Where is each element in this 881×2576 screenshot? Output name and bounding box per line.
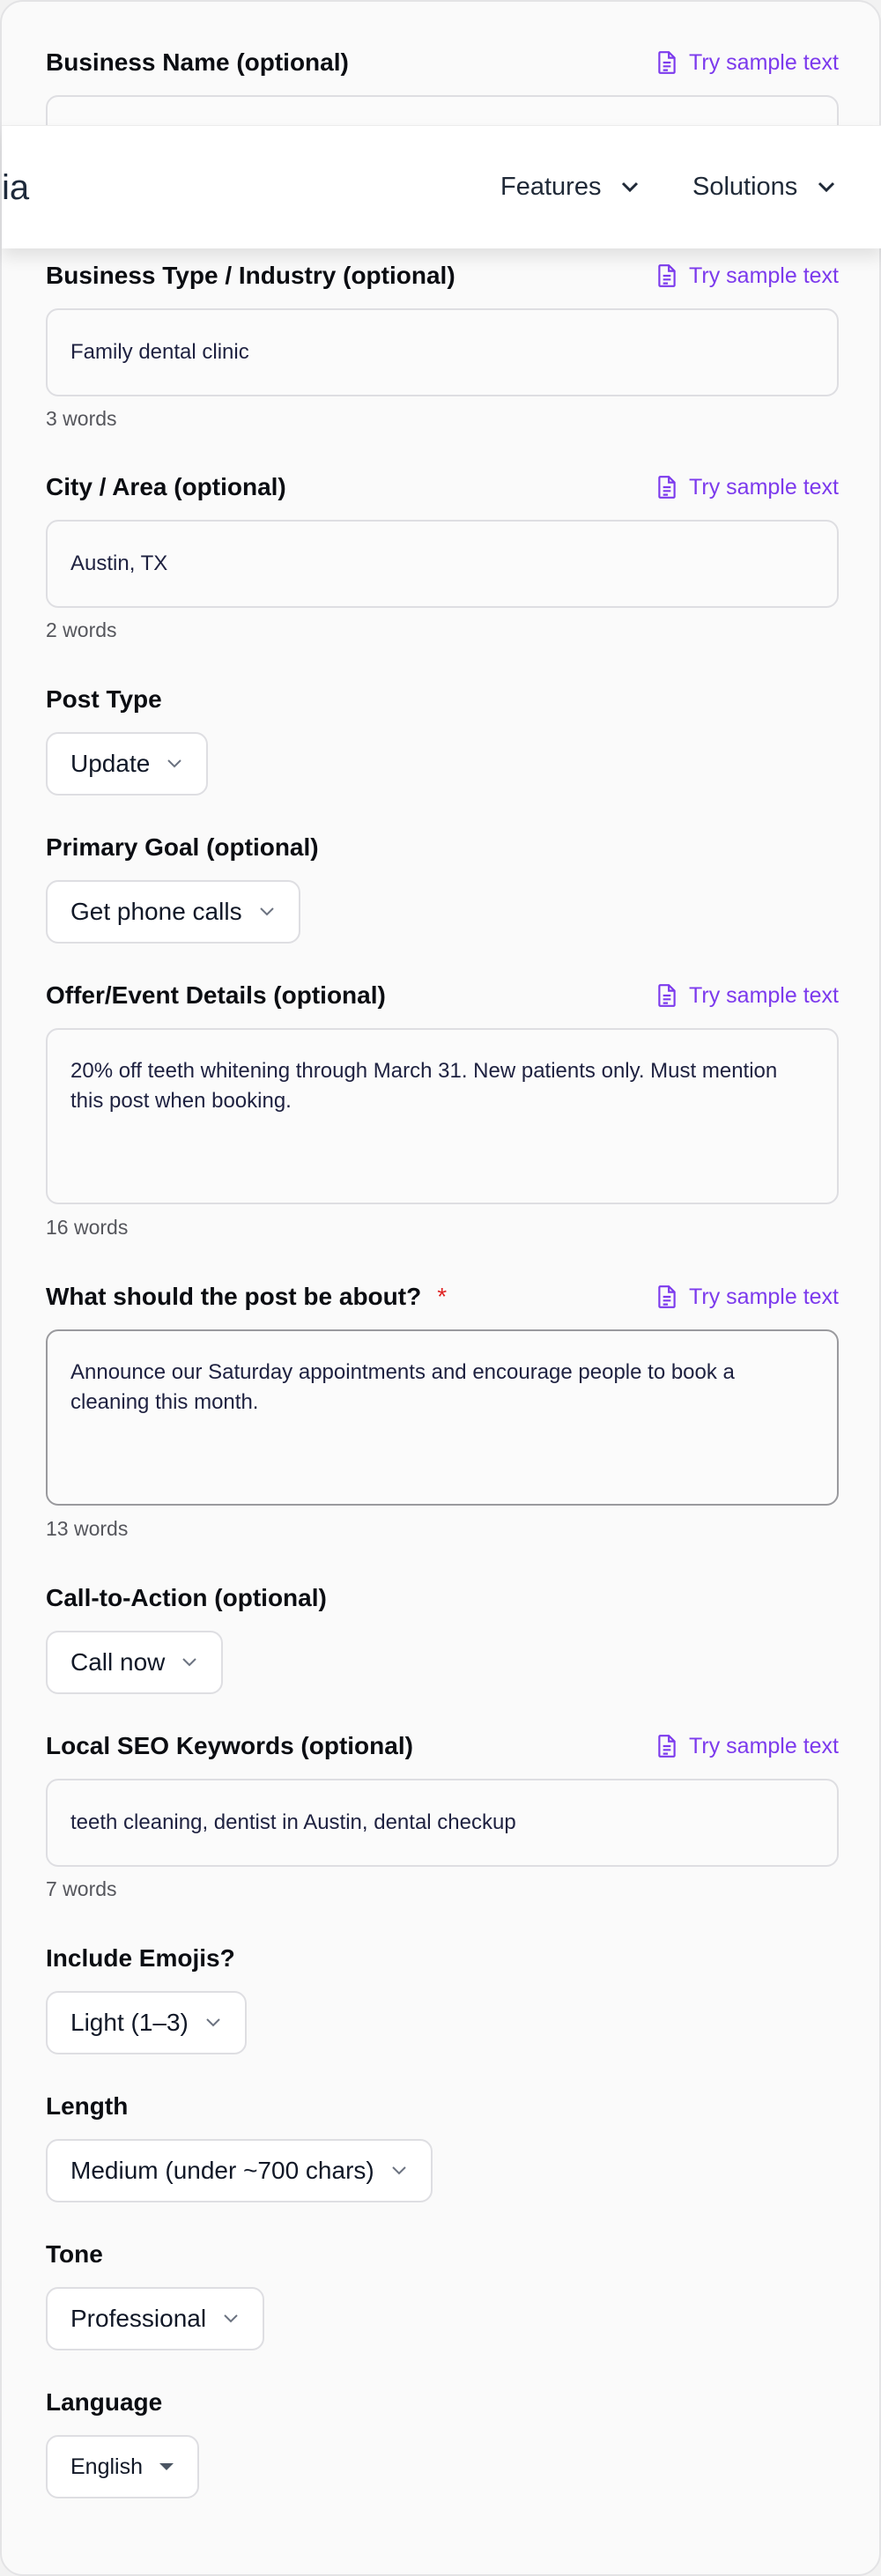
try-sample-label: Try sample text bbox=[689, 50, 839, 75]
document-icon bbox=[658, 264, 676, 287]
chevron-down-icon bbox=[182, 1658, 197, 1667]
nav-features[interactable]: Features bbox=[500, 170, 640, 204]
post-type-value: Update bbox=[70, 750, 151, 777]
emojis-value: Light (1–3) bbox=[70, 2009, 189, 2036]
try-sample-label: Try sample text bbox=[689, 475, 839, 500]
length-label: Length bbox=[46, 2092, 129, 2120]
cta-label: Call-to-Action (optional) bbox=[46, 1584, 327, 1611]
try-sample-business-type[interactable]: Try sample text bbox=[655, 263, 839, 289]
keywords-input[interactable]: teeth cleaning, dentist in Austin, denta… bbox=[46, 1779, 839, 1867]
emojis-label: Include Emojis? bbox=[46, 1944, 235, 1972]
post-type-select[interactable]: Update bbox=[46, 732, 209, 796]
cta-value: Call now bbox=[70, 1648, 166, 1676]
business-name-label: Business Name (optional) bbox=[46, 48, 349, 76]
try-sample-label: Try sample text bbox=[689, 1284, 839, 1309]
try-sample-label: Try sample text bbox=[689, 263, 839, 288]
chevron-down-icon bbox=[259, 907, 274, 916]
nav-solutions-label: Solutions bbox=[692, 173, 798, 201]
required-mark: * bbox=[437, 1283, 448, 1310]
word-count: 16 words bbox=[46, 1216, 129, 1239]
word-count: 13 words bbox=[46, 1517, 129, 1540]
document-icon bbox=[658, 984, 676, 1007]
site-header: ia Features Solutions bbox=[2, 125, 881, 248]
chevron-down-icon bbox=[818, 181, 835, 193]
word-count: 3 words bbox=[46, 407, 117, 430]
nav-features-label: Features bbox=[500, 173, 602, 201]
chevron-down-icon bbox=[167, 759, 182, 768]
language-label: Language bbox=[46, 2388, 163, 2416]
tone-label: Tone bbox=[46, 2240, 103, 2268]
tone-value: Professional bbox=[70, 2305, 207, 2332]
word-count: 2 words bbox=[46, 618, 117, 641]
language-value: English bbox=[70, 2454, 143, 2479]
nav-solutions[interactable]: Solutions bbox=[692, 170, 836, 204]
topic-label: What should the post be about? * bbox=[46, 1282, 447, 1312]
chevron-down-icon bbox=[622, 181, 639, 193]
primary-goal-label: Primary Goal (optional) bbox=[46, 833, 319, 861]
topic-label-text: What should the post be about? bbox=[46, 1283, 422, 1310]
topic-textarea[interactable]: Announce our Saturday appointments and e… bbox=[46, 1329, 839, 1506]
document-icon bbox=[658, 51, 676, 74]
cta-select[interactable]: Call now bbox=[46, 1631, 224, 1694]
city-input[interactable]: Austin, TX bbox=[46, 520, 839, 608]
logo[interactable]: ia bbox=[2, 166, 29, 210]
city-label: City / Area (optional) bbox=[46, 473, 286, 500]
try-sample-offer[interactable]: Try sample text bbox=[655, 982, 839, 1009]
try-sample-label: Try sample text bbox=[689, 983, 839, 1008]
length-value: Medium (under ~700 chars) bbox=[70, 2157, 374, 2184]
business-type-label: Business Type / Industry (optional) bbox=[46, 262, 455, 289]
try-sample-label: Try sample text bbox=[689, 1734, 839, 1758]
chevron-down-icon bbox=[392, 2166, 406, 2175]
caret-down-icon bbox=[159, 2463, 174, 2470]
document-icon bbox=[658, 1735, 676, 1758]
primary-goal-select[interactable]: Get phone calls bbox=[46, 880, 300, 944]
chevron-down-icon bbox=[224, 2314, 238, 2323]
try-sample-topic[interactable]: Try sample text bbox=[655, 1284, 839, 1310]
document-icon bbox=[658, 1285, 676, 1308]
offer-label: Offer/Event Details (optional) bbox=[46, 981, 386, 1009]
document-icon bbox=[658, 476, 676, 499]
keywords-label: Local SEO Keywords (optional) bbox=[46, 1732, 413, 1759]
tone-select[interactable]: Professional bbox=[46, 2287, 265, 2350]
chevron-down-icon bbox=[206, 2018, 220, 2027]
post-type-label: Post Type bbox=[46, 685, 162, 713]
language-select[interactable]: English bbox=[46, 2435, 199, 2498]
length-select[interactable]: Medium (under ~700 chars) bbox=[46, 2139, 433, 2202]
form-card: Business Name (optional) Try sample text… bbox=[0, 0, 881, 2576]
try-sample-business-name[interactable]: Try sample text bbox=[655, 49, 839, 76]
primary-goal-value: Get phone calls bbox=[70, 898, 242, 925]
word-count: 7 words bbox=[46, 1877, 117, 1900]
emojis-select[interactable]: Light (1–3) bbox=[46, 1991, 247, 2054]
business-type-input[interactable]: Family dental clinic bbox=[46, 308, 839, 396]
try-sample-keywords[interactable]: Try sample text bbox=[655, 1733, 839, 1759]
try-sample-city[interactable]: Try sample text bbox=[655, 474, 839, 500]
offer-textarea[interactable]: 20% off teeth whitening through March 31… bbox=[46, 1028, 839, 1204]
